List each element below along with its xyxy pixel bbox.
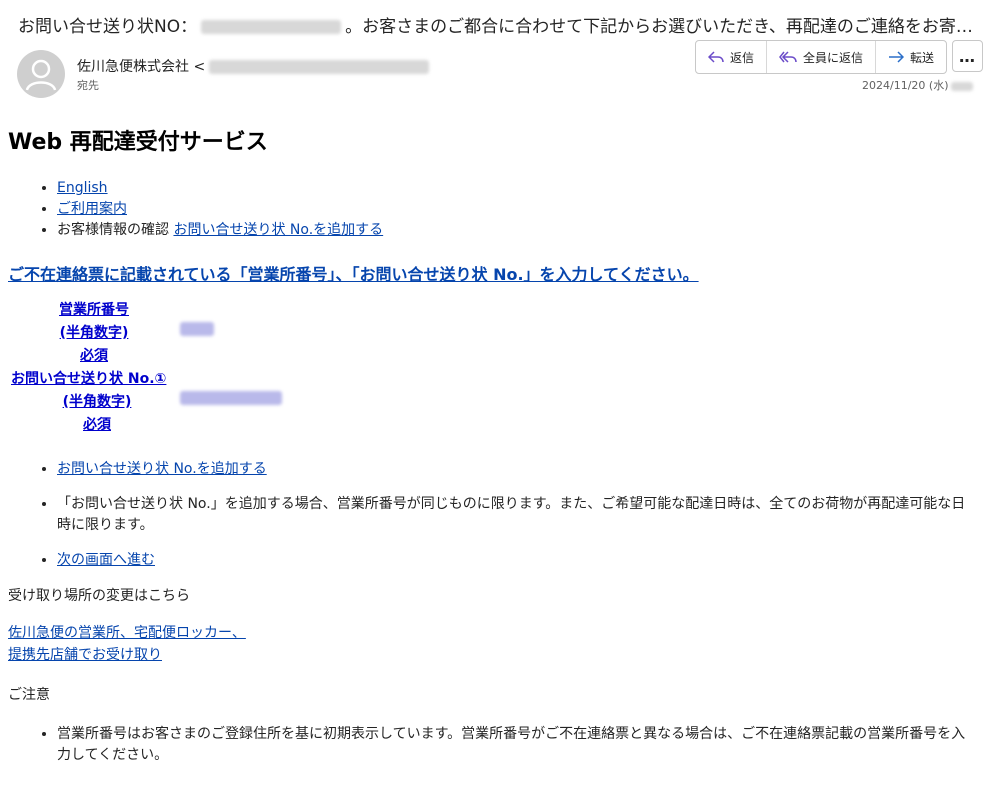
add-tracking-note: 「お問い合せ送り状 No.」を追加する場合、営業所番号が同じものに限ります。また… xyxy=(57,496,966,533)
list-item: 「お問い合せ送り状 No.」を追加する場合、営業所番号が同じものに限ります。また… xyxy=(57,494,978,536)
redacted-tracking-field xyxy=(180,391,282,405)
office-number-field[interactable] xyxy=(180,299,214,337)
reply-icon xyxy=(708,51,724,63)
list-item: 営業所番号はお客さまのご登録住所を基に初期表示しています。営業所番号がご不在連絡… xyxy=(57,724,978,766)
add-tracking-link[interactable]: お問い合せ送り状 No.を追加する xyxy=(173,222,383,238)
form-row-office: 営業所番号 (半角数字) 必須 xyxy=(8,299,308,368)
redacted-sender-address xyxy=(209,60,430,74)
sender[interactable]: 佐川急便株式会社 < xyxy=(77,56,430,76)
reply-all-button[interactable]: 全員に返信 xyxy=(767,41,877,73)
tracking-number-field[interactable] xyxy=(180,368,282,406)
caution-list: 営業所番号はお客さまのご登録住所を基に初期表示しています。営業所番号がご不在連絡… xyxy=(8,724,978,766)
reply-all-icon xyxy=(779,51,797,63)
location-link[interactable]: 佐川急便の営業所、宅配便ロッカー、 xyxy=(8,625,246,641)
forward-icon xyxy=(889,51,905,63)
change-location-text: 受け取り場所の変更はこちら xyxy=(8,588,190,604)
redacted-time xyxy=(951,81,974,91)
store-pickup-link[interactable]: 提携先店舗でお受け取り xyxy=(8,647,162,663)
tracking-label: お問い合せ送り状 No.① (半角数字) 必須 xyxy=(11,371,167,433)
caution-heading: ご注意 xyxy=(8,687,50,703)
action-list: お問い合せ送り状 No.を追加する 「お問い合せ送り状 No.」を追加する場合、… xyxy=(8,459,978,571)
page-title: Web 再配達受付サービス xyxy=(8,130,268,155)
english-link[interactable]: English xyxy=(57,180,108,196)
office-label: 営業所番号 (半角数字) 必須 xyxy=(59,302,129,364)
redacted-tracking-number xyxy=(201,20,342,34)
forward-button[interactable]: 転送 xyxy=(876,41,946,73)
redacted-office-number xyxy=(180,322,214,336)
message-actions: 返信 全員に返信 転送 xyxy=(695,40,948,74)
message-date: 2024/11/20 (水) xyxy=(862,77,974,93)
tracking-form: 営業所番号 (半角数字) 必須 お問い合せ送り状 No.① (半角数字) 必須 xyxy=(8,299,308,437)
list-item: ご利用案内 xyxy=(57,199,978,220)
list-item: お問い合せ送り状 No.を追加する xyxy=(57,459,978,480)
next-screen-link[interactable]: 次の画面へ進む xyxy=(57,552,155,568)
add-tracking-bullet-link[interactable]: お問い合せ送り状 No.を追加する xyxy=(57,461,267,477)
location-links: 佐川急便の営業所、宅配便ロッカー、 提携先店舗でお受け取り xyxy=(8,622,978,666)
list-item: English xyxy=(57,178,978,199)
guide-link[interactable]: ご利用案内 xyxy=(57,201,183,217)
form-row-tracking: お問い合せ送り状 No.① (半角数字) 必須 xyxy=(8,368,308,437)
nav-list: English ご利用案内 お客様情報の確認 お問い合せ送り状 No.を追加する xyxy=(8,178,978,241)
instruction-headline[interactable]: ご不在連絡票に記載されている「営業所番号」、「お問い合せ送り状 No.」を入力し… xyxy=(8,261,978,285)
email-body: Web 再配達受付サービス English ご利用案内 お客様情報の確認 お問い… xyxy=(8,124,978,780)
recipient-label[interactable]: 宛先 xyxy=(77,77,99,93)
list-item: お客様情報の確認 お問い合せ送り状 No.を追加する xyxy=(57,220,978,241)
reply-button[interactable]: 返信 xyxy=(696,41,768,73)
sender-avatar xyxy=(17,50,65,98)
person-icon xyxy=(25,59,57,91)
more-actions-button[interactable]: … xyxy=(952,40,983,72)
list-item: 次の画面へ進む xyxy=(57,550,978,571)
email-subject: お問い合せ送り状NO： 。お客さまのご都合に合わせて下記からお選びいただき、再配達… xyxy=(18,17,978,37)
